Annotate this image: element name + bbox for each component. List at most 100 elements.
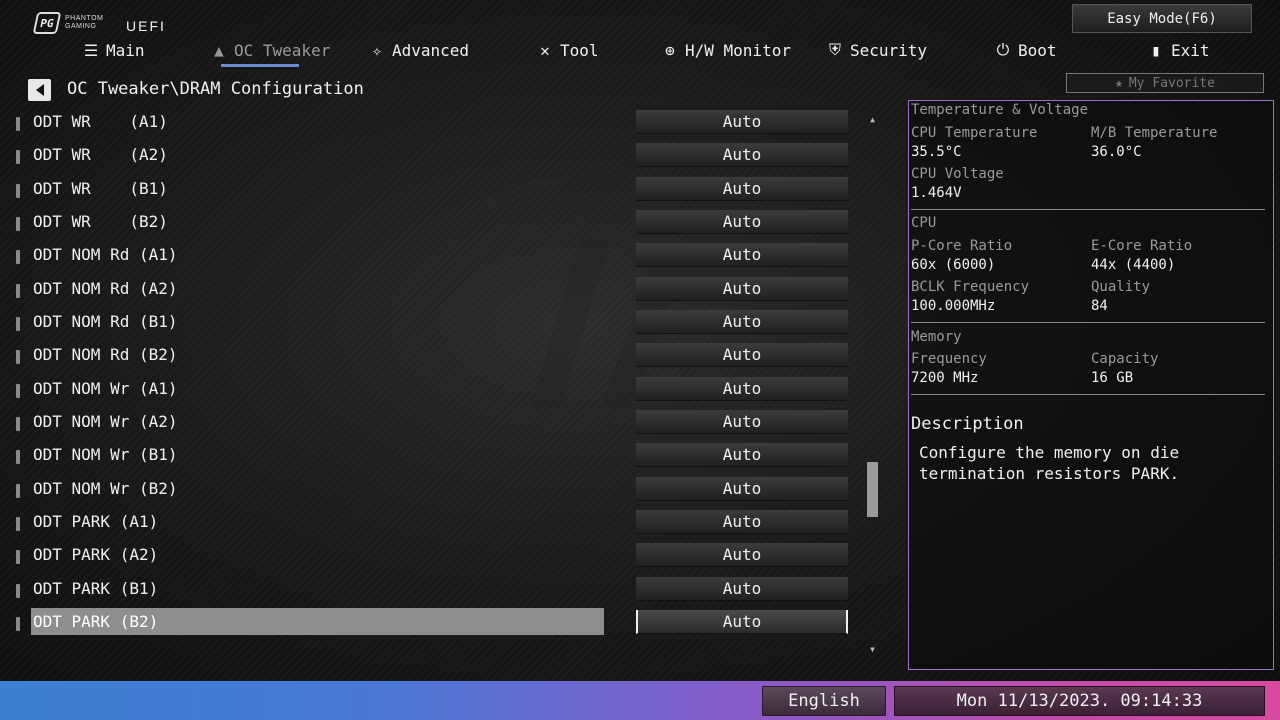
setting-value-button[interactable]: Auto <box>636 510 848 534</box>
row-marker <box>16 550 20 564</box>
tab-exit[interactable]: ▮ Exit <box>1147 38 1210 62</box>
section-divider <box>911 209 1265 210</box>
uefi-label: UEFI <box>126 18 166 34</box>
datetime-display[interactable]: Mon 11/13/2023. 09:14:33 <box>894 686 1265 716</box>
quality-label: Quality <box>1091 279 1151 295</box>
setting-value-button[interactable]: Auto <box>636 477 848 501</box>
quality-value: 84 <box>1091 298 1108 314</box>
setting-value-button[interactable]: Auto <box>636 177 848 201</box>
setting-row[interactable]: ODT WR (B2) Auto <box>0 210 860 238</box>
mb-temp-value: 36.0°C <box>1091 144 1142 160</box>
section-divider <box>911 394 1265 395</box>
setting-row[interactable]: ODT NOM Wr (B2) Auto <box>0 477 860 505</box>
cpu-temp-value: 35.5°C <box>911 144 962 160</box>
tab-hw-monitor[interactable]: ⊕ H/W Monitor <box>661 38 791 62</box>
bclk-label: BCLK Frequency <box>911 279 1030 295</box>
cpu-voltage-value: 1.464V <box>911 185 962 201</box>
setting-label: ODT NOM Rd (B2) <box>33 345 178 364</box>
setting-value-button[interactable]: Auto <box>636 610 848 634</box>
my-favorite-button[interactable]: ★ My Favorite <box>1066 73 1264 93</box>
setting-value-button[interactable]: Auto <box>636 377 848 401</box>
setting-row[interactable]: ODT PARK (B1) Auto <box>0 577 860 605</box>
star-icon: ★ <box>1115 75 1123 91</box>
setting-row[interactable]: ODT PARK (A2) Auto <box>0 543 860 571</box>
setting-row[interactable]: ODT WR (A2) Auto <box>0 143 860 171</box>
setting-value-button[interactable]: Auto <box>636 343 848 367</box>
setting-label: ODT NOM Wr (A1) <box>33 379 178 398</box>
setting-row[interactable]: ODT NOM Rd (B2) Auto <box>0 343 860 371</box>
rocket-icon: ▲ <box>214 40 224 60</box>
setting-row[interactable]: ODT NOM Rd (A2) Auto <box>0 277 860 305</box>
phantom-gaming-logo-icon: PG <box>32 12 62 34</box>
temp-voltage-header: Temperature & Voltage <box>911 102 1089 118</box>
scroll-down-arrow-icon[interactable]: ▼ <box>868 645 877 654</box>
logo-line2: GAMING <box>65 23 97 30</box>
ecore-ratio-value: 44x (4400) <box>1091 257 1176 273</box>
setting-value-button[interactable]: Auto <box>636 143 848 167</box>
setting-label: ODT NOM Wr (B2) <box>33 479 178 498</box>
setting-value-button[interactable]: Auto <box>636 243 848 267</box>
setting-label: ODT WR (A1) <box>33 112 168 131</box>
setting-row[interactable]: ODT WR (B1) Auto <box>0 177 860 205</box>
scrollbar-track[interactable] <box>870 127 876 643</box>
setting-label: ODT NOM Wr (A2) <box>33 412 178 431</box>
setting-label: ODT PARK (B1) <box>33 579 159 598</box>
setting-row[interactable]: ODT PARK (A1) Auto <box>0 510 860 538</box>
memory-header: Memory <box>911 329 962 345</box>
tab-advanced-label: Advanced <box>392 40 470 60</box>
setting-row[interactable]: ODT NOM Wr (A2) Auto <box>0 410 860 438</box>
row-marker <box>16 517 20 531</box>
setting-value-button[interactable]: Auto <box>636 443 848 467</box>
setting-value-button[interactable]: Auto <box>636 310 848 334</box>
row-marker <box>16 250 20 264</box>
active-tab-underline <box>221 64 299 67</box>
setting-label: ODT PARK (A2) <box>33 545 159 564</box>
main-nav: ☰ Main ▲ OC Tweaker ✧ Advanced ✕ Tool ⊕ … <box>0 38 1280 64</box>
setting-value-button[interactable]: Auto <box>636 110 848 134</box>
row-marker <box>16 450 20 464</box>
setting-row-selected[interactable]: ODT PARK (B2) Auto <box>0 608 860 638</box>
my-favorite-label: My Favorite <box>1128 75 1215 91</box>
monitor-icon: ⊕ <box>665 40 675 60</box>
tab-oc-tweaker[interactable]: ▲ OC Tweaker <box>210 38 330 62</box>
mb-temp-label: M/B Temperature <box>1091 125 1218 141</box>
tab-main[interactable]: ☰ Main <box>82 38 145 62</box>
back-button[interactable] <box>28 79 51 101</box>
setting-value-button[interactable]: Auto <box>636 210 848 234</box>
setting-row[interactable]: ODT NOM Wr (A1) Auto <box>0 377 860 405</box>
hardware-info-panel: Temperature & Voltage CPU Temperature 35… <box>908 100 1274 670</box>
back-arrow-icon <box>35 84 44 96</box>
tab-tool[interactable]: ✕ Tool <box>536 38 598 62</box>
logo-line1: PHANTOM <box>65 15 104 22</box>
tab-advanced[interactable]: ✧ Advanced <box>368 38 469 62</box>
setting-row[interactable]: ODT NOM Rd (B1) Auto <box>0 310 860 338</box>
tab-boot[interactable]: ⏻ Boot <box>994 38 1057 62</box>
setting-value-button[interactable]: Auto <box>636 277 848 301</box>
language-button[interactable]: English <box>762 686 886 716</box>
setting-value-button[interactable]: Auto <box>636 577 848 601</box>
row-marker <box>16 584 20 598</box>
exit-door-icon: ▮ <box>1151 40 1161 60</box>
setting-label: ODT PARK (A1) <box>33 512 159 531</box>
setting-label: ODT PARK (B2) <box>33 612 159 631</box>
power-icon: ⏻ <box>996 40 1010 59</box>
cpu-temp-label: CPU Temperature <box>911 125 1038 141</box>
row-marker <box>16 284 20 298</box>
scroll-up-arrow-icon[interactable]: ▲ <box>868 115 877 124</box>
tab-exit-label: Exit <box>1171 40 1210 60</box>
tools-icon: ✕ <box>540 40 550 60</box>
tab-security[interactable]: ⛨ Security <box>826 38 927 62</box>
mem-frequency-value: 7200 MHz <box>911 370 979 386</box>
scrollbar-thumb[interactable] <box>867 462 878 517</box>
setting-label: ODT NOM Rd (A2) <box>33 279 178 298</box>
setting-row[interactable]: ODT NOM Wr (B1) Auto <box>0 443 860 471</box>
setting-row[interactable]: ODT WR (A1) Auto <box>0 110 860 138</box>
pcore-ratio-value: 60x (6000) <box>911 257 996 273</box>
setting-value-button[interactable]: Auto <box>636 543 848 567</box>
ecore-ratio-label: E-Core Ratio <box>1091 238 1193 254</box>
setting-row[interactable]: ODT NOM Rd (A1) Auto <box>0 243 860 271</box>
setting-value-button[interactable]: Auto <box>636 410 848 434</box>
tab-boot-label: Boot <box>1018 40 1057 60</box>
list-icon: ☰ <box>83 40 99 60</box>
easy-mode-button[interactable]: Easy Mode(F6) <box>1072 4 1252 33</box>
